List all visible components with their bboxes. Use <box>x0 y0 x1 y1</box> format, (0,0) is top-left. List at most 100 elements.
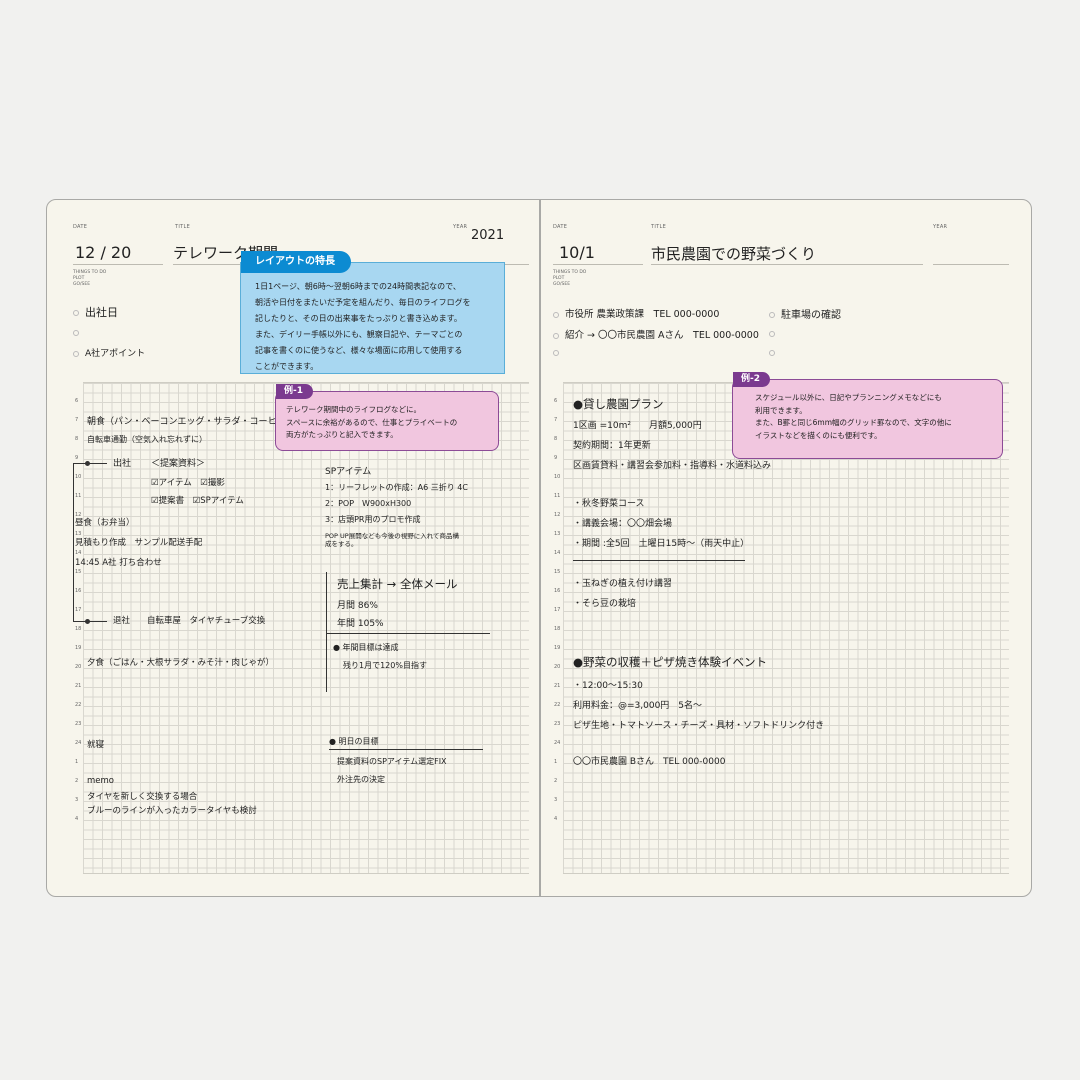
rental-header: ●貸し農園プラン <box>573 397 664 411</box>
entry-check-items: ☑アイテム ☑撮影 <box>151 478 225 488</box>
hour-label: 15 <box>75 569 82 575</box>
sp-item-3: 3：店頭PR用のプロモ作成 <box>325 515 421 524</box>
todo-item <box>769 346 781 359</box>
title-label: TITLE <box>175 224 191 230</box>
todo-bullet-icon <box>553 311 559 318</box>
todo-item: 紹介 → 〇〇市民農園 Aさん TEL 000-0000 <box>553 327 759 341</box>
example-1-text: テレワーク期間中のライフログなどに。 スペースに余裕があるので、仕事とプライベー… <box>286 405 458 439</box>
memo-line-1: タイヤを新しく交換する場合 <box>87 792 198 802</box>
hour-label: 3 <box>554 797 558 803</box>
todo-item <box>73 326 85 339</box>
layout-feature-callout: 1日1ページ、朝6時～翌朝6時までの24時間表記なので、 朝活や日付をまたいだ予… <box>240 262 505 374</box>
course-line-5: ・そら豆の栽培 <box>573 599 637 609</box>
memo-line-2: ブルーのラインが入ったカラータイヤも検討 <box>87 806 257 816</box>
hour-label: 11 <box>554 493 561 499</box>
title-label: TITLE <box>651 224 667 230</box>
sales-header: 売上集計 → 全体メール <box>337 577 458 591</box>
hour-label: 10 <box>75 474 82 480</box>
hour-label: 19 <box>75 645 82 651</box>
hour-label: 18 <box>75 626 82 632</box>
hour-label: 4 <box>75 816 79 822</box>
entry-leave-office: 退社 <box>113 616 131 626</box>
hour-label: 24 <box>554 740 561 746</box>
sales-goal-note: 残り1月で120%目指す <box>343 661 427 670</box>
sales-monthly: 月間 86% <box>337 601 378 611</box>
hour-label: 3 <box>75 797 79 803</box>
event-line-2: 利用料金：@=3,000円 5名～ <box>573 701 703 711</box>
hour-label: 20 <box>554 664 561 670</box>
example-1-callout: テレワーク期間中のライフログなどに。 スペースに余裕があるので、仕事とプライベー… <box>275 391 499 451</box>
hour-label: 11 <box>75 493 82 499</box>
layout-feature-tag: レイアウトの特長 <box>241 251 351 273</box>
year-value: 2021 <box>471 228 505 243</box>
todo-bullet-icon <box>769 350 775 356</box>
right-page: DATE TITLE YEAR 10/1 市民農園での野菜づくり THINGS … <box>540 199 1032 897</box>
entry-proposal-header: ＜提案資料＞ <box>151 459 206 469</box>
tomorrow-item-2: 外注先の決定 <box>337 775 385 784</box>
hour-label: 8 <box>75 436 79 442</box>
todo-item <box>553 346 565 359</box>
hour-label: 22 <box>554 702 561 708</box>
hour-label: 9 <box>75 455 79 461</box>
course-line-1: ・秋冬野菜コース <box>573 499 645 509</box>
hour-label: 14 <box>554 550 561 556</box>
todo-label: THINGS TO DO PLOT GO/SEE <box>553 270 587 287</box>
todo-item: 出社日 <box>73 304 118 320</box>
todo-bullet-icon <box>553 350 559 356</box>
hour-label: 12 <box>554 512 561 518</box>
todo-item: 駐車場の確認 <box>769 306 841 321</box>
event-line-4: 〇〇市民農園 Bさん TEL 000-0000 <box>573 757 726 767</box>
hour-label: 7 <box>554 417 558 423</box>
hour-label: 9 <box>554 455 558 461</box>
hour-label: 16 <box>75 588 82 594</box>
example-2-tag: 例-2 <box>733 372 770 387</box>
entry-dinner: 夕食（ごはん・大根サラダ・みそ汁・肉じゃが） <box>87 658 275 668</box>
entry-breakfast: 朝食（パン・ベーコンエッグ・サラダ・コーヒー） <box>87 417 295 427</box>
layout-feature-text: 1日1ページ、朝6時～翌朝6時までの24時間表記なので、 朝活や日付をまたいだ予… <box>255 282 471 371</box>
date-value: 10/1 <box>559 243 595 262</box>
hour-label: 1 <box>75 759 79 765</box>
notebook-spread: DATE TITLE YEAR 12 / 20 テレワーク期間 2021 THI… <box>0 0 1080 1080</box>
entry-lunch: 昼食（お弁当） <box>75 518 135 528</box>
rental-line-2: 契約期間：1年更新 <box>573 441 651 451</box>
hour-label: 6 <box>554 398 558 404</box>
hour-label: 19 <box>554 645 561 651</box>
hour-label: 21 <box>554 683 561 689</box>
sp-items-header: SPアイテム <box>325 467 372 477</box>
todo-bullet-icon <box>769 331 775 337</box>
hour-label: 17 <box>554 607 561 613</box>
tomorrow-header: ● 明日の目標 <box>329 737 379 746</box>
sp-item-2: 2：POP W900xH300 <box>325 499 412 508</box>
hour-label: 17 <box>75 607 82 613</box>
event-line-1: ・12:00～15:30 <box>573 681 643 691</box>
date-value: 12 / 20 <box>75 243 132 262</box>
hour-label: 13 <box>554 531 561 537</box>
hour-label: 15 <box>554 569 561 575</box>
event-header: ●野菜の収穫＋ピザ焼き体験イベント <box>573 655 768 669</box>
hour-label: 23 <box>554 721 561 727</box>
hour-label: 22 <box>75 702 82 708</box>
memo-label: memo <box>87 776 114 786</box>
todo-bullet-icon <box>553 332 559 339</box>
sp-items-note: POP UP展開なども今後の視野に入れて商品構成をする。 <box>325 532 460 548</box>
entry-sleep: 就寝 <box>87 740 105 750</box>
entry-go-to-office: 出社 <box>113 459 132 469</box>
todo-bullet-icon <box>73 310 79 316</box>
hour-label: 20 <box>75 664 82 670</box>
hour-label: 4 <box>554 816 558 822</box>
todo-bullet-icon <box>769 312 775 318</box>
sales-goal-title: ● 年間目標は達成 <box>333 643 399 652</box>
rental-line-1: 1区画 =10m² 月額5,000円 <box>573 421 702 431</box>
todo-label: THINGS TO DO PLOT GO/SEE <box>73 270 107 287</box>
course-line-4: ・玉ねぎの植え付け講習 <box>573 579 673 589</box>
year-label: YEAR <box>933 224 948 230</box>
entry-check-docs: ☑提案書 ☑SPアイテム <box>151 496 244 506</box>
example-1-tag: 例-1 <box>276 384 313 399</box>
tomorrow-item-1: 提案資料のSPアイテム選定FIX <box>337 757 447 766</box>
todo-item: 市役所 農業政策課 TEL 000-0000 <box>553 306 719 320</box>
hour-label: 16 <box>554 588 561 594</box>
date-label: DATE <box>73 224 88 230</box>
hour-label: 8 <box>554 436 558 442</box>
example-2-text: スケジュール以外に、日記やプランニングメモなどにも 利用できます。 また、B罫と… <box>755 393 952 440</box>
hour-label: 23 <box>75 721 82 727</box>
